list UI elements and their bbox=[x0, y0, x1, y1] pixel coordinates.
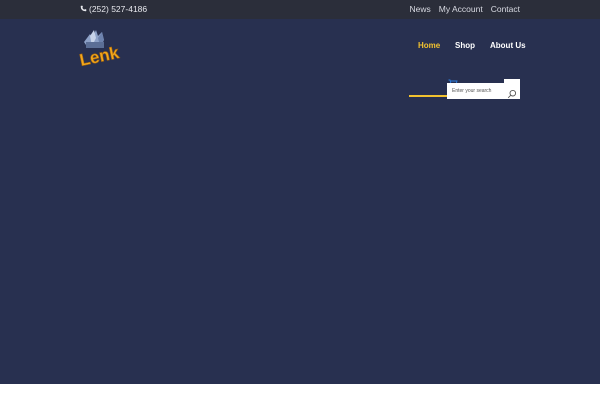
search-input[interactable] bbox=[447, 84, 504, 98]
nav-shop[interactable]: Shop bbox=[455, 41, 475, 50]
cart-icon[interactable] bbox=[448, 74, 458, 87]
phone-contact[interactable]: (252) 527-4186 bbox=[80, 4, 147, 14]
logo-text: Lenk bbox=[78, 43, 121, 70]
phone-icon bbox=[80, 4, 87, 14]
top-link-my-account[interactable]: My Account bbox=[439, 4, 483, 14]
search-box-notch bbox=[504, 79, 520, 83]
nav-home[interactable]: Home bbox=[418, 41, 440, 50]
logo-image: Lenk bbox=[78, 30, 121, 70]
top-bar: (252) 527-4186 News My Account Contact bbox=[0, 0, 600, 19]
top-link-contact[interactable]: Contact bbox=[491, 4, 520, 14]
top-link-news[interactable]: News bbox=[410, 4, 431, 14]
search-box bbox=[447, 79, 520, 99]
nav-about-us[interactable]: About Us bbox=[490, 41, 526, 50]
nav-active-indicator bbox=[409, 95, 447, 97]
top-links: News My Account Contact bbox=[410, 4, 521, 14]
search-icon[interactable] bbox=[507, 86, 517, 99]
phone-number: (252) 527-4186 bbox=[89, 4, 148, 14]
site-logo[interactable]: Lenk bbox=[78, 26, 132, 70]
hero-section: Lenk Home Shop About Us bbox=[0, 19, 600, 384]
